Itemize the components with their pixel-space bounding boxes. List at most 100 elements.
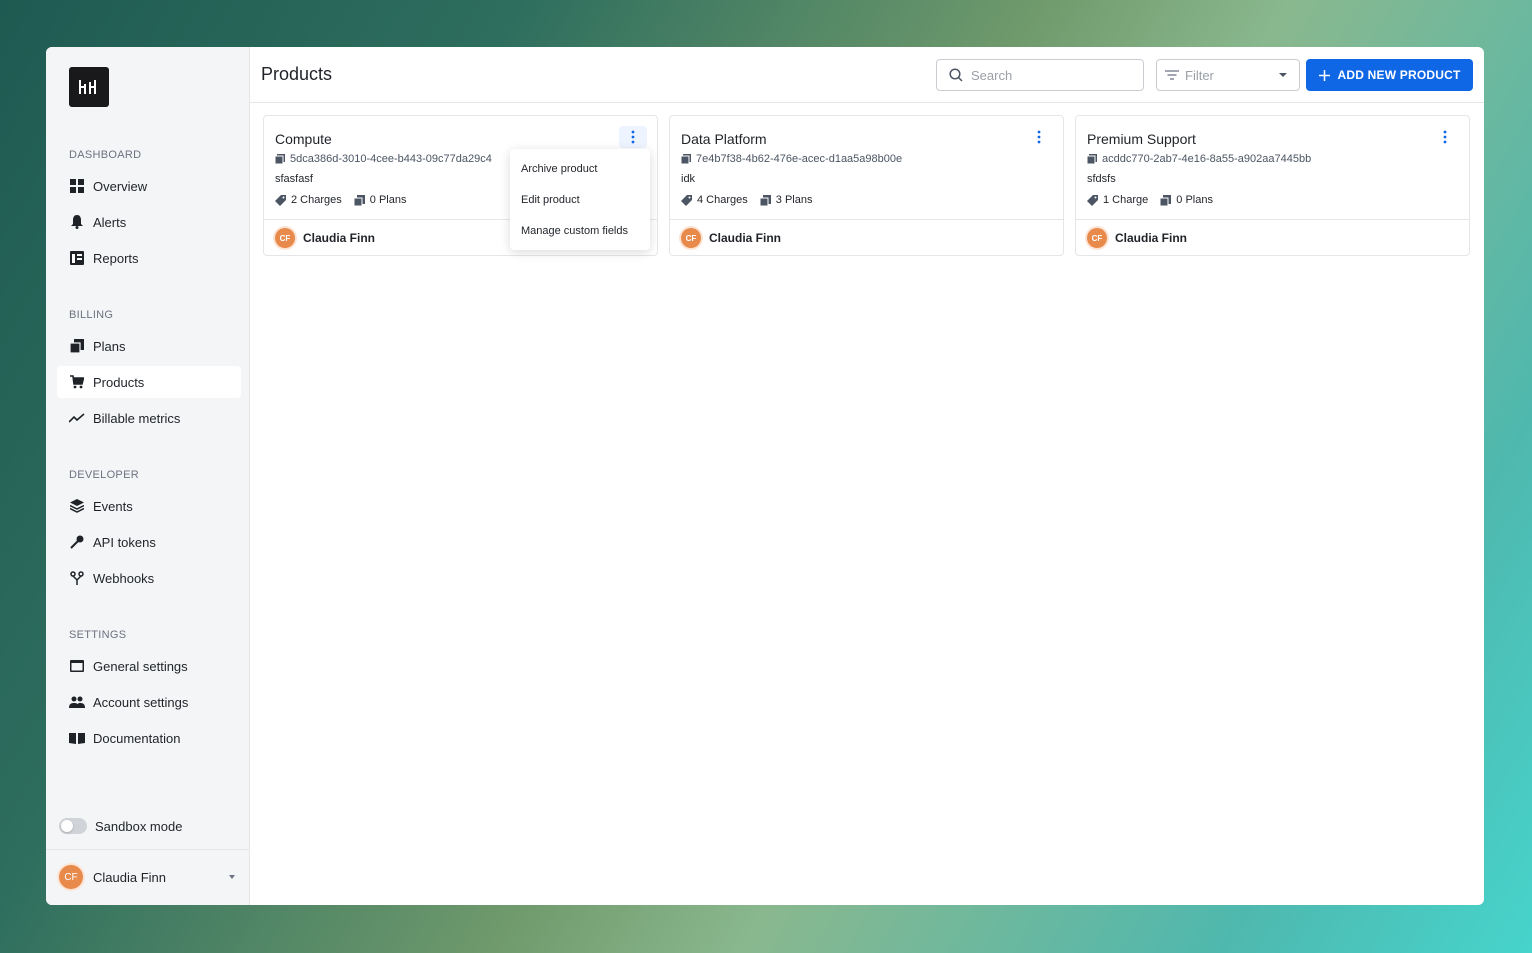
sandbox-toggle[interactable] bbox=[59, 818, 87, 834]
sidebar-item-label: Overview bbox=[93, 178, 148, 194]
more-options-button[interactable] bbox=[619, 126, 647, 148]
id-icon bbox=[681, 154, 691, 164]
menu-item-archive-product[interactable]: Archive product bbox=[510, 153, 650, 184]
sidebar-divider bbox=[46, 849, 250, 850]
filter-icon bbox=[1165, 70, 1179, 80]
grid-icon bbox=[69, 178, 85, 194]
avatar: CF bbox=[59, 865, 83, 889]
plans-icon bbox=[69, 338, 85, 354]
plans-count: 0 Plans bbox=[1176, 194, 1213, 206]
owner-name: Claudia Finn bbox=[709, 231, 781, 245]
sidebar-item-label: Documentation bbox=[93, 730, 181, 746]
sidebar-item-account-settings[interactable]: Account settings bbox=[57, 686, 241, 718]
menu-item-manage-custom-fields[interactable]: Manage custom fields bbox=[510, 215, 650, 246]
plus-icon bbox=[1318, 69, 1330, 81]
product-name: Data Platform bbox=[681, 131, 767, 147]
search-input[interactable]: Search bbox=[936, 59, 1144, 91]
sidebar-item-overview[interactable]: Overview bbox=[57, 170, 241, 202]
id-icon bbox=[275, 154, 285, 164]
tag-icon bbox=[681, 194, 692, 206]
id-icon bbox=[1087, 154, 1097, 164]
filter-select[interactable]: Filter bbox=[1156, 59, 1300, 91]
user-name: Claudia Finn bbox=[93, 869, 166, 885]
sidebar-item-plans[interactable]: Plans bbox=[57, 330, 241, 362]
cart-icon bbox=[69, 374, 85, 390]
main-content: Products Search Filter ADD NEW PRODUCT C… bbox=[250, 47, 1484, 905]
sidebar-item-api-tokens[interactable]: API tokens bbox=[57, 526, 241, 558]
filter-placeholder: Filter bbox=[1185, 67, 1214, 83]
product-card-data-platform[interactable]: Data Platform 7e4b7f38-4b62-476e-acec-d1… bbox=[669, 115, 1064, 256]
page-title: Products bbox=[261, 64, 333, 84]
webhook-icon bbox=[69, 570, 85, 586]
sidebar-item-label: Plans bbox=[93, 338, 126, 354]
product-id-text: 7e4b7f38-4b62-476e-acec-d1aa5a98b00e bbox=[696, 153, 903, 165]
charges-stat: 2 Charges bbox=[275, 194, 342, 206]
sidebar-item-label: General settings bbox=[93, 658, 188, 674]
kebab-icon bbox=[1443, 130, 1447, 144]
menu-item-edit-product[interactable]: Edit product bbox=[510, 184, 650, 215]
add-new-product-label: ADD NEW PRODUCT bbox=[1337, 68, 1461, 82]
sandbox-toggle-row: Sandbox mode bbox=[59, 818, 182, 834]
plans-stat: 3 Plans bbox=[759, 194, 813, 206]
bell-icon bbox=[69, 214, 85, 230]
plans-stat: 0 Plans bbox=[1160, 194, 1213, 206]
book-icon bbox=[69, 730, 85, 746]
product-stats: 1 Charge 0 Plans bbox=[1087, 194, 1225, 206]
kebab-icon bbox=[631, 130, 635, 144]
sidebar-item-reports[interactable]: Reports bbox=[57, 242, 241, 274]
sidebar: DASHBOARD Overview Alerts Reports BILLIN… bbox=[46, 47, 250, 905]
charges-stat: 4 Charges bbox=[681, 194, 748, 206]
sidebar-item-alerts[interactable]: Alerts bbox=[57, 206, 241, 238]
sidebar-item-label: API tokens bbox=[93, 534, 156, 550]
chevron-down-icon bbox=[229, 875, 235, 879]
avatar: CF bbox=[681, 228, 701, 248]
sidebar-item-products[interactable]: Products bbox=[57, 366, 241, 398]
product-card-premium-support[interactable]: Premium Support acddc770-2ab7-4e16-8a55-… bbox=[1075, 115, 1470, 256]
sidebar-item-label: Billable metrics bbox=[93, 410, 181, 426]
product-name: Compute bbox=[275, 131, 332, 147]
avatar: CF bbox=[275, 228, 295, 248]
app-window: DASHBOARD Overview Alerts Reports BILLIN… bbox=[46, 47, 1484, 905]
window-icon bbox=[69, 658, 85, 674]
sidebar-item-label: Account settings bbox=[93, 694, 189, 710]
sidebar-item-billable-metrics[interactable]: Billable metrics bbox=[57, 402, 241, 434]
search-icon bbox=[949, 68, 963, 82]
charges-count: 2 Charges bbox=[291, 194, 342, 206]
product-id: 7e4b7f38-4b62-476e-acec-d1aa5a98b00e bbox=[681, 153, 902, 165]
product-stats: 4 Charges 3 Plans bbox=[681, 194, 824, 206]
plans-icon bbox=[759, 194, 771, 206]
product-description: sfasfasf bbox=[275, 173, 313, 185]
more-options-button[interactable] bbox=[1431, 126, 1459, 148]
product-actions-menu: Archive product Edit product Manage cust… bbox=[510, 149, 650, 250]
avatar: CF bbox=[1087, 228, 1107, 248]
product-id: 5dca386d-3010-4cee-b443-09c77da29c4 bbox=[275, 153, 492, 165]
product-description: idk bbox=[681, 173, 696, 185]
key-icon bbox=[69, 534, 85, 550]
product-owner: CF Claudia Finn bbox=[1076, 219, 1469, 256]
plans-count: 3 Plans bbox=[775, 194, 813, 206]
user-menu[interactable]: CF Claudia Finn bbox=[59, 864, 241, 890]
layers-icon bbox=[69, 498, 85, 514]
section-title-settings: SETTINGS bbox=[69, 629, 127, 641]
sidebar-item-events[interactable]: Events bbox=[57, 490, 241, 522]
product-stats: 2 Charges 0 Plans bbox=[275, 194, 418, 206]
tag-icon bbox=[275, 194, 286, 206]
product-id-text: 5dca386d-3010-4cee-b443-09c77da29c4 bbox=[290, 153, 492, 165]
owner-name: Claudia Finn bbox=[303, 231, 375, 245]
sidebar-item-general-settings[interactable]: General settings bbox=[57, 650, 241, 682]
logo-icon[interactable] bbox=[69, 67, 109, 107]
sidebar-item-label: Reports bbox=[93, 250, 139, 266]
chart-line-icon bbox=[69, 410, 85, 426]
plans-stat: 0 Plans bbox=[353, 194, 407, 206]
sidebar-item-documentation[interactable]: Documentation bbox=[57, 722, 241, 754]
more-options-button[interactable] bbox=[1025, 126, 1053, 148]
charges-count: 4 Charges bbox=[697, 194, 748, 206]
sandbox-label: Sandbox mode bbox=[95, 818, 183, 834]
sidebar-item-label: Webhooks bbox=[93, 570, 155, 586]
sidebar-item-webhooks[interactable]: Webhooks bbox=[57, 562, 241, 594]
charges-stat: 1 Charge bbox=[1087, 194, 1148, 206]
plans-icon bbox=[353, 194, 365, 206]
plans-count: 0 Plans bbox=[369, 194, 407, 206]
add-new-product-button[interactable]: ADD NEW PRODUCT bbox=[1306, 59, 1473, 91]
product-description: sfdsfs bbox=[1087, 173, 1116, 185]
